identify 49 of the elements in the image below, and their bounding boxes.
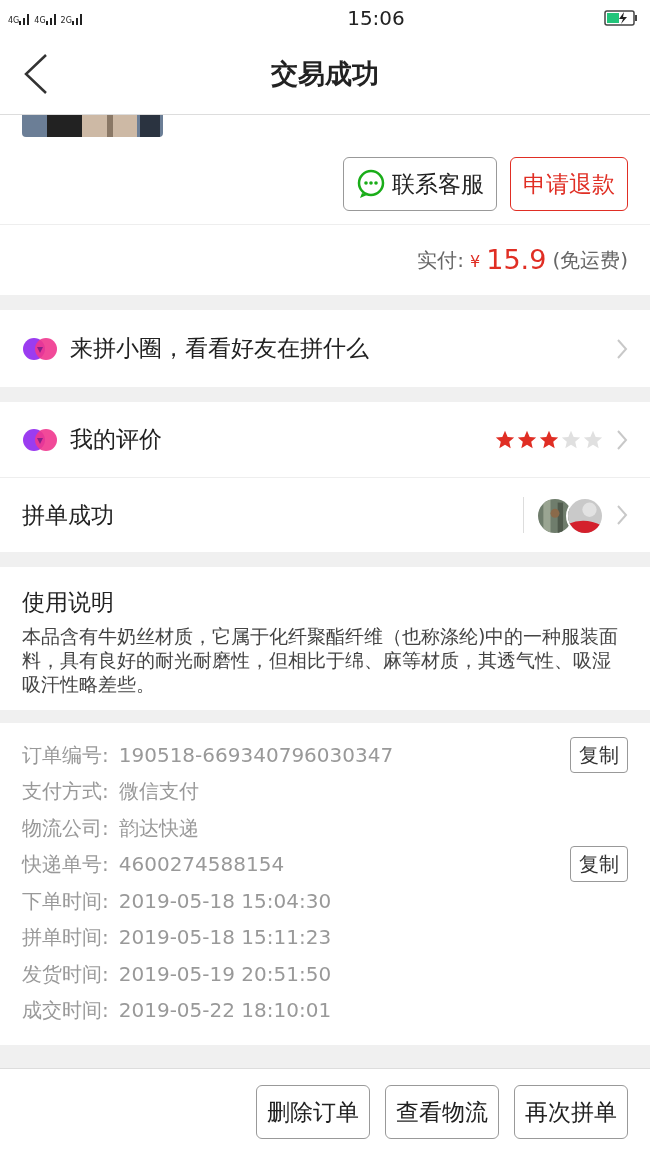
paid-amount: 15.9 bbox=[486, 242, 547, 277]
circle-link-row[interactable]: 来拼小圈，看看好友在拼什么 bbox=[0, 310, 650, 387]
review-row[interactable]: 我的评价 bbox=[0, 402, 650, 478]
network-label: 2G bbox=[60, 16, 72, 25]
chevron-right-icon bbox=[616, 504, 628, 526]
chevron-right-icon bbox=[616, 337, 628, 360]
action-button[interactable]: 查看物流 bbox=[385, 1085, 499, 1139]
circle-link-label: 来拼小圈，看看好友在拼什么 bbox=[70, 334, 370, 364]
review-label: 我的评价 bbox=[70, 425, 163, 455]
action-button[interactable]: 再次拼单 bbox=[514, 1085, 628, 1139]
group-success-row[interactable]: 拼单成功 bbox=[0, 478, 650, 552]
info-value: 4600274588154 bbox=[118, 851, 286, 879]
info-label: 拼单时间: bbox=[22, 924, 109, 952]
circles-logo-icon bbox=[22, 427, 58, 452]
info-value: 韵达快递 bbox=[118, 814, 200, 842]
back-icon bbox=[22, 53, 48, 95]
info-label: 物流公司: bbox=[22, 814, 109, 842]
info-label: 支付方式: bbox=[22, 778, 109, 806]
clock: 15:06 bbox=[346, 4, 406, 32]
info-value: 2019-05-18 15:04:30 bbox=[118, 887, 333, 915]
info-value: 2019-05-22 18:10:01 bbox=[118, 997, 333, 1025]
shipping-note: (免运费) bbox=[552, 247, 628, 274]
refund-button[interactable]: 申请退款 bbox=[510, 157, 628, 211]
page-title: 交易成功 bbox=[271, 57, 379, 92]
currency-symbol: ¥ bbox=[470, 251, 481, 273]
back-button[interactable] bbox=[22, 53, 48, 95]
network-label: 4G bbox=[8, 16, 20, 25]
battery-charging-icon bbox=[604, 8, 638, 27]
info-label: 发货时间: bbox=[22, 960, 109, 988]
info-label: 成交时间: bbox=[22, 997, 109, 1025]
instructions-text: 本品含有牛奶丝材质，它属于化纤聚酯纤维（也称涤纶)中的一种服装面料，具有良好的耐光耐磨性，但相比于绵、麻等材质，其透气性、吸湿吸汗性略差些。 bbox=[22, 623, 620, 696]
chevron-right-icon bbox=[616, 428, 628, 451]
info-label: 下单时间: bbox=[22, 887, 109, 915]
info-value: 2019-05-18 15:11:23 bbox=[118, 924, 333, 952]
action-button[interactable]: 删除订单 bbox=[256, 1085, 370, 1139]
group-success-label: 拼单成功 bbox=[22, 500, 115, 530]
info-label: 快递单号: bbox=[22, 851, 109, 879]
copy-button[interactable]: 复制 bbox=[570, 846, 628, 883]
copy-button[interactable]: 复制 bbox=[570, 736, 628, 773]
info-label: 订单编号: bbox=[22, 741, 109, 769]
paid-label: 实付: bbox=[417, 247, 465, 274]
network-label: 4G bbox=[34, 16, 46, 25]
circles-logo-icon bbox=[22, 336, 58, 361]
info-value: 微信支付 bbox=[118, 778, 200, 806]
chat-bubble-icon bbox=[356, 169, 386, 199]
instructions-title: 使用说明 bbox=[22, 588, 115, 617]
info-value: 190518-669340796030347 bbox=[118, 741, 395, 769]
info-value: 2019-05-19 20:51:50 bbox=[118, 960, 333, 988]
customer-service-button[interactable]: 联系客服 bbox=[343, 157, 497, 211]
